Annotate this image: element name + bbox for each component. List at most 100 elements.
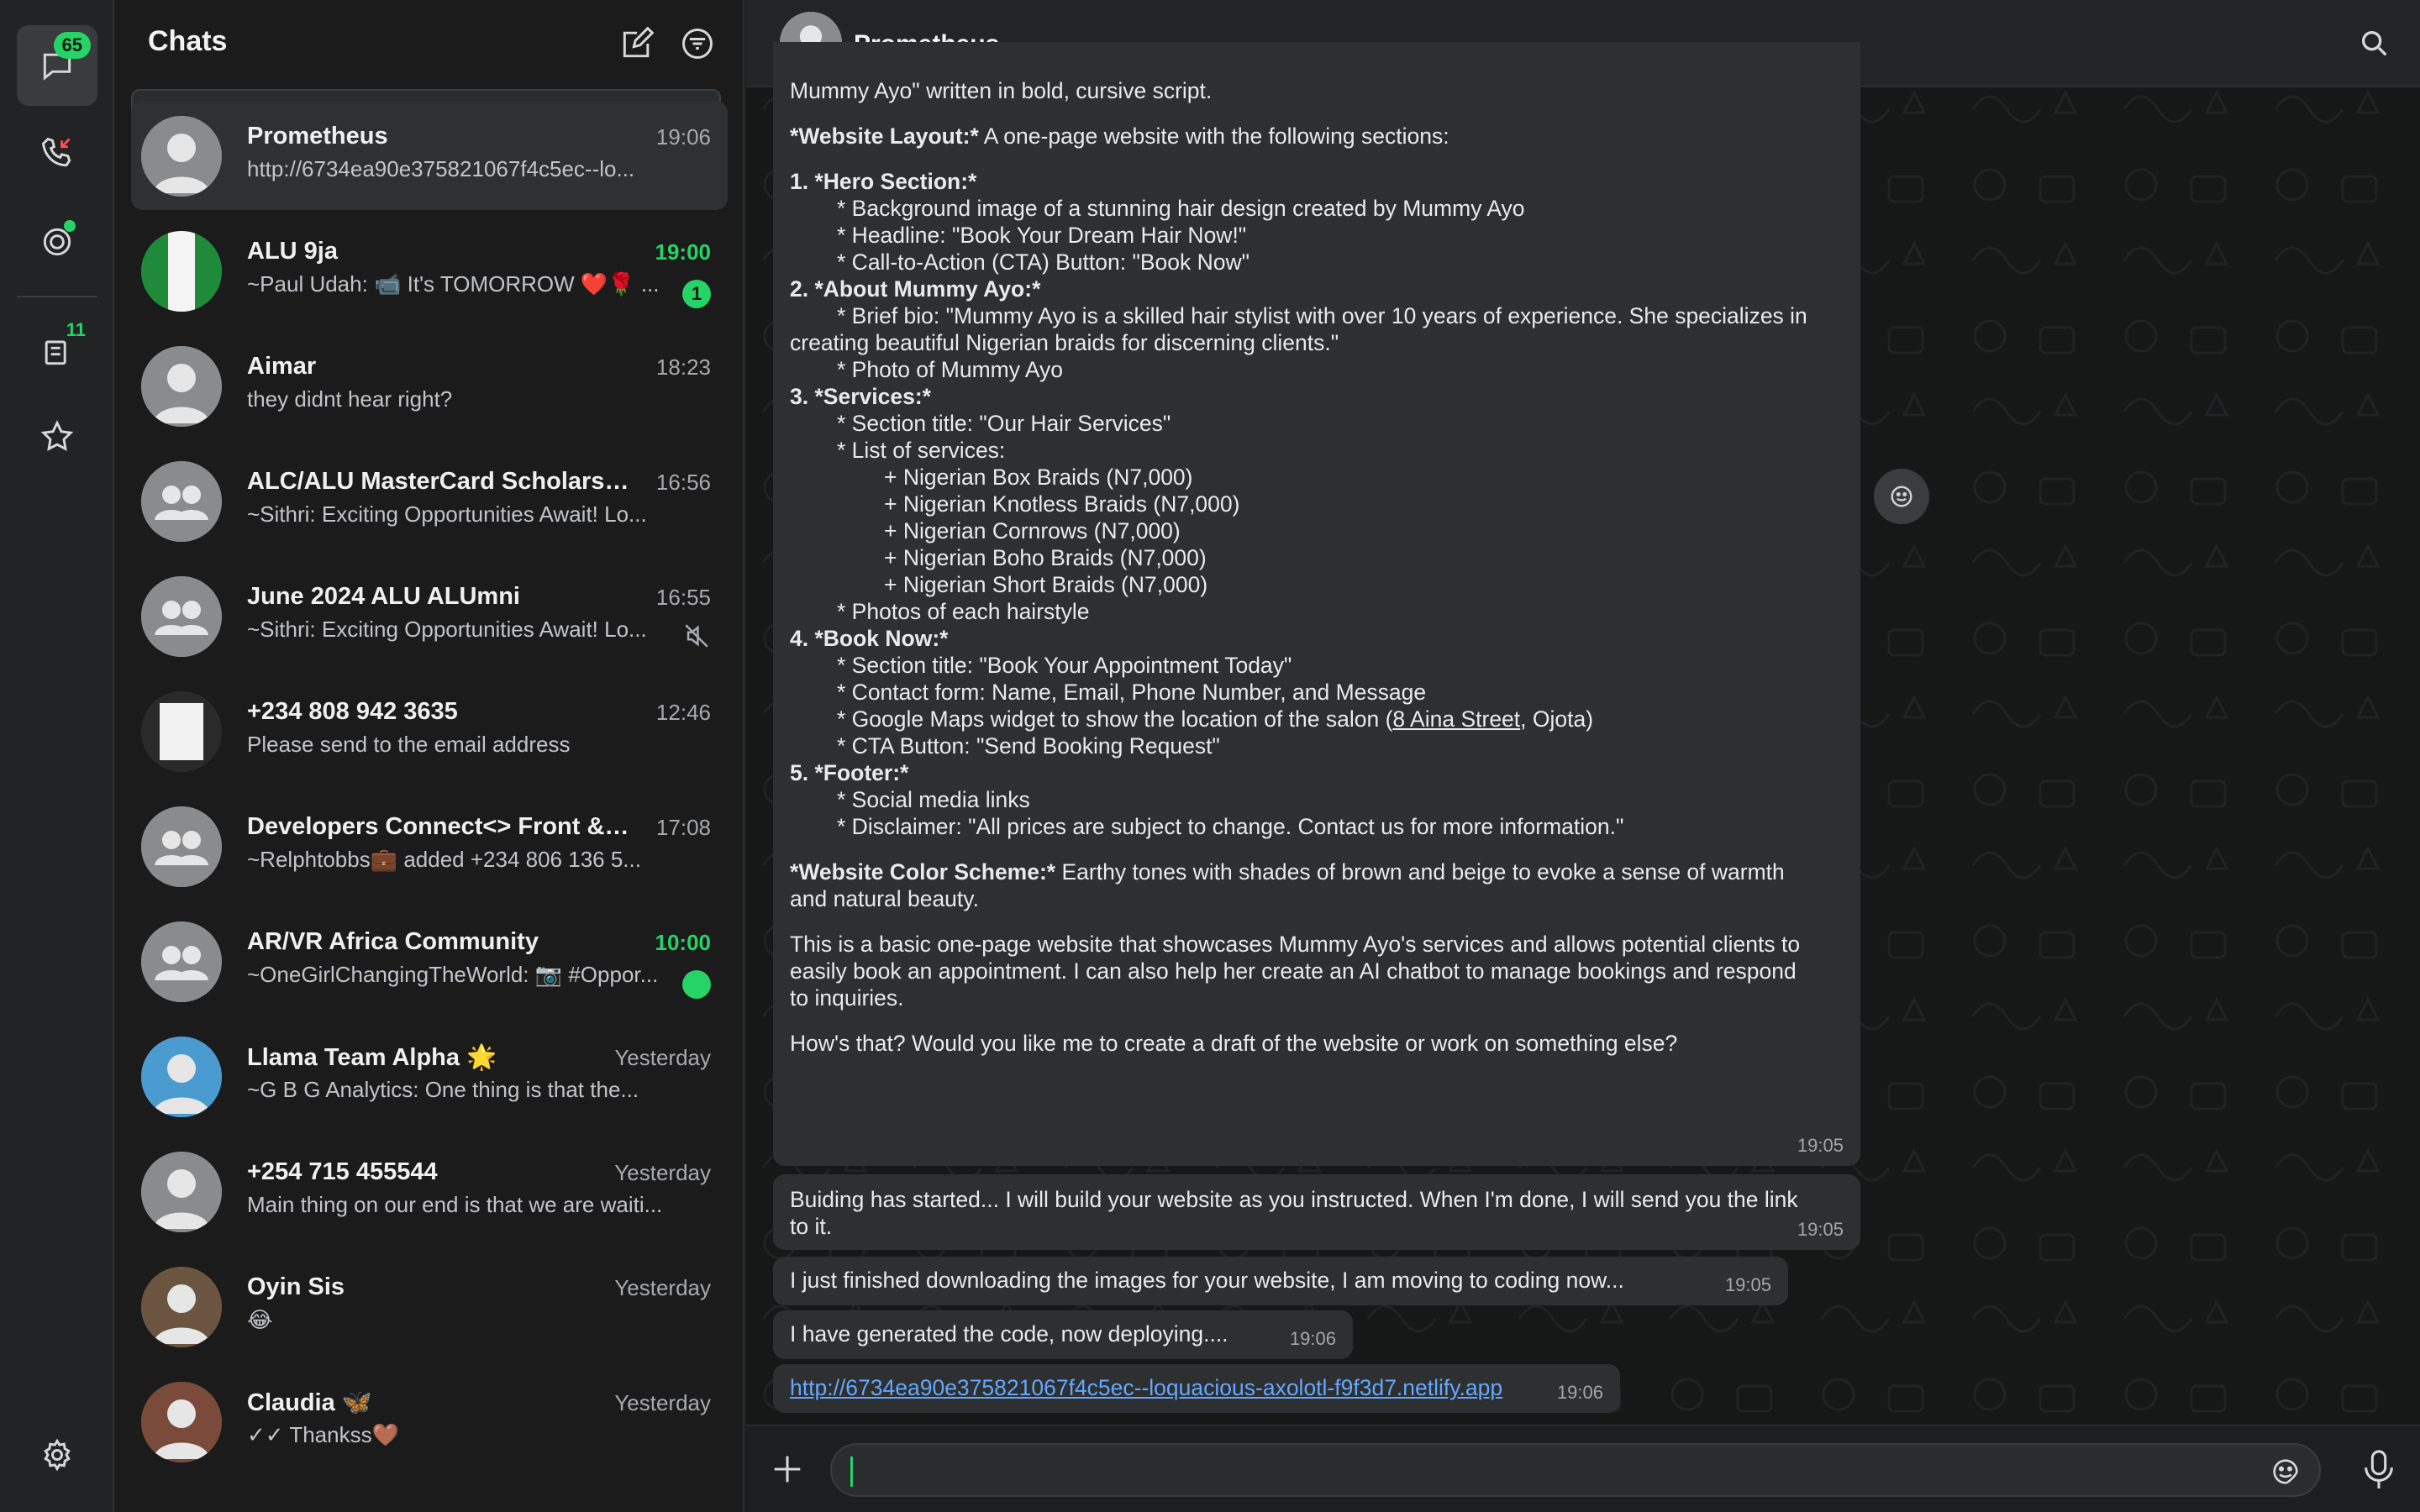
line-text: * Background image of a stunning hair de… <box>837 196 1525 221</box>
react-button[interactable] <box>1874 469 1929 524</box>
chat-time: 17:08 <box>655 815 711 840</box>
line-text: and natural beauty. <box>790 886 979 911</box>
line-text: * Section title: "Book Your Appointment … <box>837 653 1292 678</box>
chat-avatar <box>141 1037 222 1117</box>
message-line: * Call-to-Action (CTA) Button: "Book Now… <box>790 249 1844 276</box>
bold-text: 2. *About Mummy Ayo:* <box>790 276 1041 302</box>
line-text: A one-page website with the following se… <box>978 123 1449 149</box>
message-line <box>790 840 1844 858</box>
line-text: * Contact form: Name, Email, Phone Numbe… <box>837 680 1427 705</box>
channels-count: 11 <box>66 319 86 340</box>
line-text: + Nigerian Cornrows (N7,000) <box>884 518 1181 543</box>
line-text: * Brief bio: "Mummy Ayo is a skilled hai… <box>837 303 1807 328</box>
chat-name: ALC/ALU MasterCard Scholars Al... <box>247 468 634 495</box>
microphone-icon[interactable] <box>2360 1448 2398 1490</box>
default-user-icon <box>141 346 222 427</box>
line-text: Earthy tones with shades of brown and be… <box>1055 859 1785 885</box>
navigation-rail: 65 11 <box>0 0 114 1512</box>
bold-text: *Website Layout:* <box>790 123 979 149</box>
chat-avatar <box>141 461 222 542</box>
chat-list-item[interactable]: Developers Connect<> Front & Ba... 17:08 ~… <box>131 791 728 900</box>
group-avatar-icon <box>141 921 222 1002</box>
unread-dot <box>682 970 711 999</box>
chat-list-item[interactable]: +254 715 455544 Yesterday Main thing on ou… <box>131 1137 728 1246</box>
address-text[interactable]: 8 Aina Street <box>1392 706 1520 732</box>
settings-nav-button[interactable] <box>17 1415 97 1495</box>
default-user-icon <box>141 116 222 197</box>
chat-list-item[interactable]: ALU 9ja 19:00 ~Paul Udah: 📹 It's TOMORROW … <box>131 216 728 325</box>
chat-name: AR/VR Africa Community <box>247 928 539 955</box>
status-nav-button[interactable] <box>17 202 97 282</box>
line-text: * Social media links <box>837 787 1030 812</box>
mindset-avatar-icon <box>141 691 222 772</box>
chat-preview: ~OneGirlChangingTheWorld: 📷 #Oppor... <box>247 962 659 987</box>
bold-text: 3. *Services:* <box>790 384 931 409</box>
chat-avatar <box>141 116 222 197</box>
starred-nav-button[interactable] <box>17 396 97 477</box>
message-line: 3. *Services:* <box>790 383 1844 410</box>
message-line: + Nigerian Boho Braids (N7,000) <box>790 544 1844 571</box>
message-input-box[interactable] <box>830 1443 2321 1497</box>
chat-list-item[interactable]: Prometheus 19:06 http://6734ea90e375821067… <box>131 101 728 210</box>
line-text: * Section title: "Our Hair Services" <box>837 411 1171 436</box>
incoming-long-message[interactable]: Mummy Ayo" written in bold, cursive scri… <box>773 42 1860 1166</box>
chat-time: Yesterday <box>614 1045 711 1070</box>
line-text: * Google Maps widget to show the locatio… <box>837 706 1393 732</box>
chats-unread-badge: 65 <box>53 32 91 59</box>
chat-time: Yesterday <box>614 1160 711 1185</box>
default-user-icon <box>141 1037 222 1117</box>
message-line: + Nigerian Short Braids (N7,000) <box>790 571 1844 598</box>
chat-list-item[interactable]: Aimar 18:23 they didnt hear right? <box>131 331 728 440</box>
chat-avatar <box>141 346 222 427</box>
new-chat-icon[interactable] <box>618 25 655 62</box>
message-line: creating beautiful Nigerian braids for d… <box>790 329 1844 356</box>
line-text: * Photo of Mummy Ayo <box>837 357 1064 382</box>
line-text: + Nigerian Knotless Braids (N7,000) <box>884 491 1240 517</box>
chat-list-item[interactable]: ALC/ALU MasterCard Scholars Al... 16:56 ~S… <box>131 446 728 555</box>
chat-preview: ✓✓ Thankss🤎 <box>247 1422 399 1447</box>
chat-preview: they didnt hear right? <box>247 386 453 412</box>
message-line: 5. *Footer:* <box>790 759 1844 786</box>
line-text: How's that? Would you like me to create … <box>790 1031 1678 1056</box>
sticker-icon[interactable] <box>2269 1455 2302 1488</box>
chat-list-item[interactable]: Oyin Sis Yesterday 😂 <box>131 1252 728 1361</box>
line-text: * Headline: "Book Your Dream Hair Now!" <box>837 223 1247 248</box>
chats-nav-button[interactable]: 65 <box>17 25 97 106</box>
website-link[interactable]: http://6734ea90e375821067f4c5ec--loquaci… <box>790 1375 1502 1400</box>
chat-list-item[interactable]: +234 808 942 3635 12:46 Please send to the… <box>131 676 728 785</box>
chat-list-item[interactable]: June 2024 ALU ALUmni 16:55 ~Sithri: Exciti… <box>131 561 728 670</box>
message-input[interactable] <box>852 1453 2230 1488</box>
phone-icon <box>41 137 71 167</box>
message-line: * Social media links <box>790 786 1844 813</box>
search-in-chat-icon[interactable] <box>2358 27 2391 60</box>
incoming-link-message[interactable]: http://6734ea90e375821067f4c5ec--loquaci… <box>773 1364 1620 1413</box>
flag-avatar-icon <box>141 231 222 312</box>
chat-list-item[interactable]: AR/VR Africa Community 10:00 ~OneGirlChang… <box>131 906 728 1016</box>
message-line: * Brief bio: "Mummy Ayo is a skilled hai… <box>790 302 1844 329</box>
group-avatar-icon <box>141 461 222 542</box>
incoming-message[interactable]: I just finished downloading the images f… <box>773 1257 1788 1305</box>
line-text: * Disclaimer: "All prices are subject to… <box>837 814 1624 839</box>
message-time: 19:05 <box>1797 1219 1844 1240</box>
message-line: 4. *Book Now:* <box>790 625 1844 652</box>
default-user-icon <box>141 1382 222 1462</box>
message-line: 2. *About Mummy Ayo:* <box>790 276 1844 302</box>
message-line <box>790 912 1844 931</box>
calls-nav-button[interactable] <box>17 113 97 193</box>
chat-list-item[interactable]: Llama Team Alpha 🌟 Yesterday ~G B G Analyt… <box>131 1021 728 1131</box>
filter-icon[interactable] <box>679 25 716 62</box>
conversation-pane: Prometheus Mummy Ayo" written in bold, c… <box>746 0 2420 1512</box>
channels-nav-button[interactable]: 11 <box>17 311 97 391</box>
chat-list-header: Chats <box>114 0 743 84</box>
bold-text: 4. *Book Now:* <box>790 626 949 651</box>
incoming-message[interactable]: I have generated the code, now deploying… <box>773 1310 1353 1359</box>
message-line: * Background image of a stunning hair de… <box>790 195 1844 222</box>
chat-name: +254 715 455544 <box>247 1158 438 1185</box>
line-text: * Photos of each hairstyle <box>837 599 1090 624</box>
message-line: and natural beauty. <box>790 885 1844 912</box>
chat-list-item[interactable]: Claudia 🦋 Yesterday ✓✓ Thankss🤎 <box>131 1367 728 1476</box>
message-line: * Section title: "Book Your Appointment … <box>790 652 1844 679</box>
message-line: + Nigerian Cornrows (N7,000) <box>790 517 1844 544</box>
incoming-message[interactable]: Buiding has started... I will build your… <box>773 1174 1860 1250</box>
plus-icon[interactable] <box>768 1450 807 1488</box>
